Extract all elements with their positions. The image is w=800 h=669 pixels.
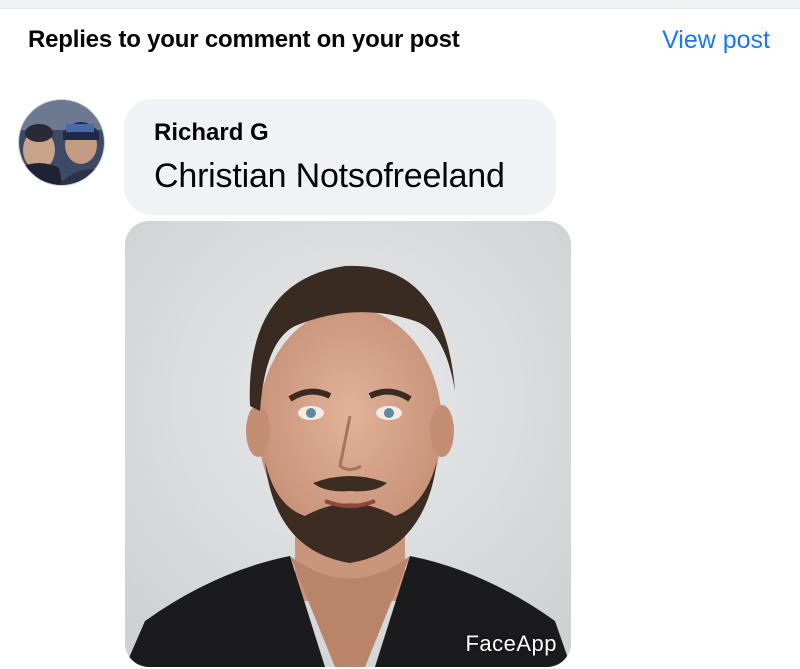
avatar-photo — [19, 100, 104, 185]
view-post-link[interactable]: View post — [662, 26, 770, 55]
portrait-image — [125, 221, 571, 667]
comment-photo-attachment[interactable]: FaceApp — [125, 221, 571, 667]
comment-bubble: Richard G Christian Notsofreeland — [124, 99, 556, 215]
notification-header: Replies to your comment on your post Vie… — [0, 8, 800, 78]
comment-text: Christian Notsofreeland — [154, 157, 505, 195]
comment-author[interactable]: Richard G — [154, 119, 556, 147]
faceapp-watermark: FaceApp — [465, 631, 557, 656]
page-title: Replies to your comment on your post — [28, 26, 460, 53]
avatar[interactable] — [18, 99, 105, 186]
